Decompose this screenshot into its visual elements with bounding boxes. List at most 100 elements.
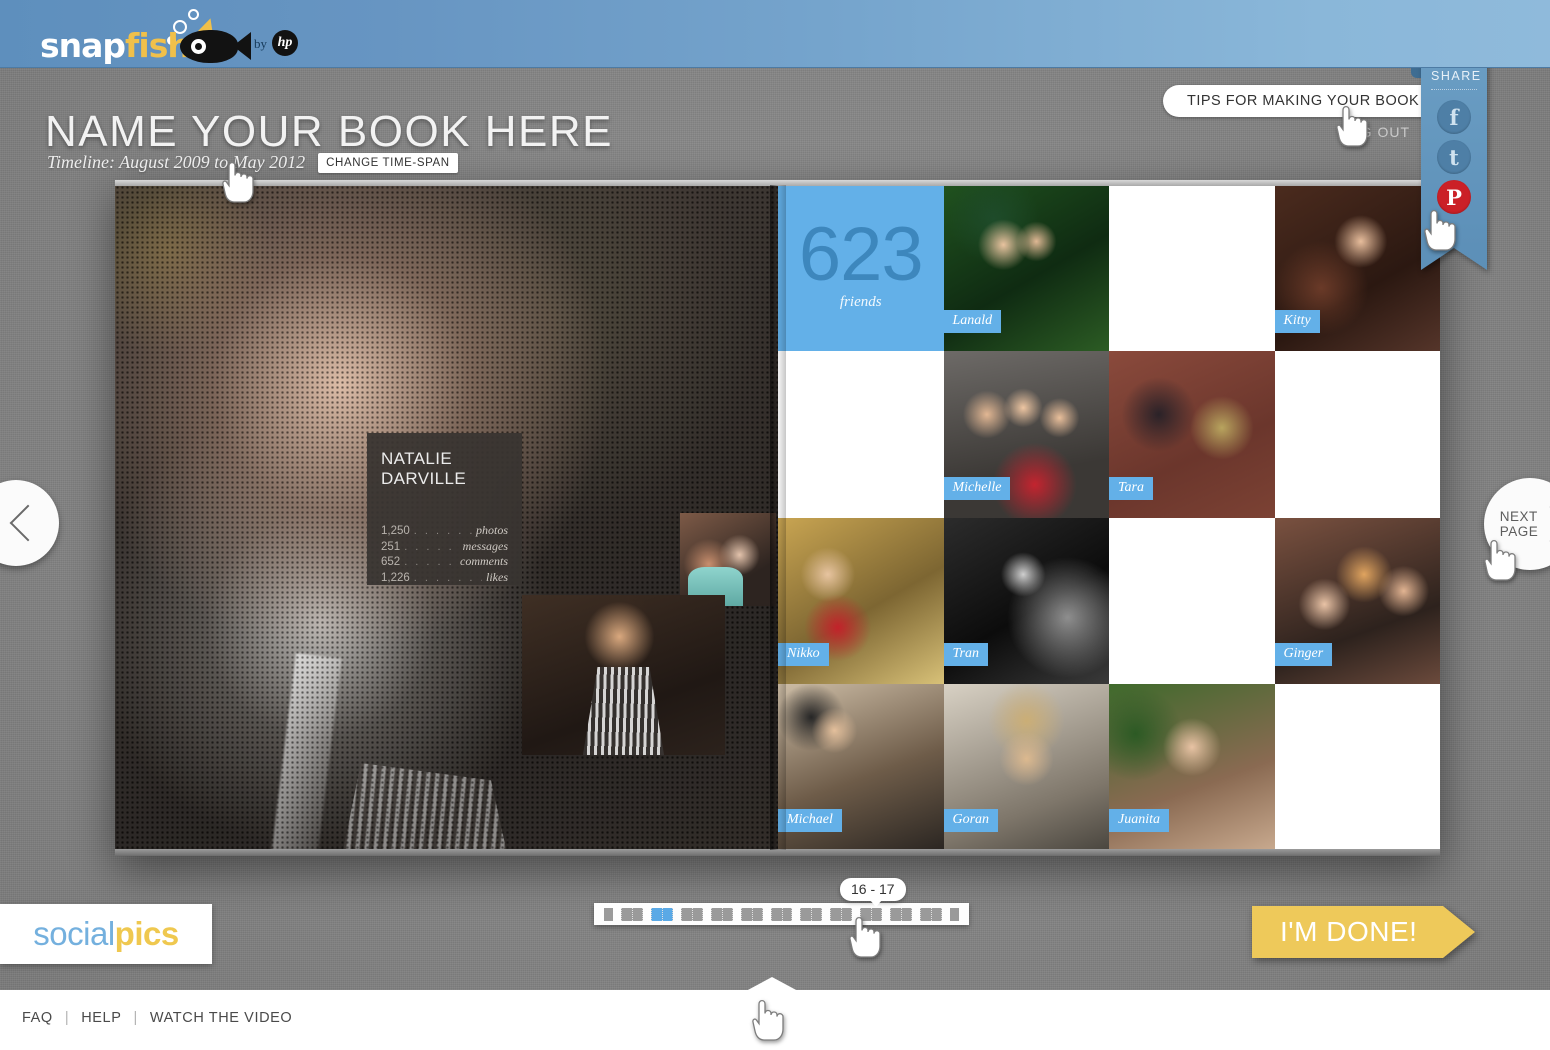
ribbon-body: SHARE f t P — [1421, 48, 1487, 270]
page-spread-marker[interactable] — [950, 907, 960, 921]
inset-photo[interactable] — [680, 513, 776, 606]
stat-row: 1,226 . . . . . . . . . . likes — [381, 570, 508, 586]
friend-name-tag: Lanald — [943, 310, 1002, 334]
previous-page-button[interactable] — [0, 480, 59, 566]
footer-separator: | — [64, 1010, 70, 1026]
stat-value: 1,226 — [381, 571, 410, 584]
stat-row: 652 . . . . . . . . . . comments — [381, 554, 508, 570]
page-spread-marker[interactable] — [920, 907, 943, 921]
next-label-line2: PAGE — [1499, 524, 1539, 539]
next-label-line1: NEXT — [1499, 509, 1538, 524]
inset-photo[interactable] — [522, 595, 725, 755]
photo-book: NATALIE DARVILLE 1,250 . . . . . . . . .… — [115, 180, 1440, 856]
page-range-tooltip: 16 - 17 — [840, 878, 906, 907]
page-spread-marker[interactable] — [770, 907, 793, 921]
empty-photo-slot[interactable] — [1274, 351, 1440, 518]
friends-count-tile: 623 friends — [778, 185, 944, 352]
pinterest-icon[interactable]: P — [1437, 180, 1471, 214]
friend-name-tag: Kitty — [1274, 310, 1320, 334]
stat-label: messages — [462, 538, 508, 553]
timeline-text: Timeline: August 2009 to May 2012 — [47, 152, 306, 172]
friend-name-tag: Goran — [943, 809, 999, 832]
stat-row: 1,250 . . . . . . . . . . photos — [381, 523, 508, 539]
share-ribbon: SHARE f t P — [1411, 48, 1487, 270]
page-spread-marker[interactable] — [710, 907, 733, 921]
friend-photo-tile[interactable]: Juanita — [1109, 683, 1275, 850]
book-edge-top — [115, 180, 1440, 186]
page-spread-marker[interactable] — [680, 907, 703, 921]
logo-wordmark: snapfish — [40, 26, 191, 65]
twitter-icon[interactable]: t — [1437, 140, 1471, 174]
fish-tail-icon — [233, 32, 251, 60]
empty-photo-slot[interactable] — [778, 351, 944, 518]
stat-dots: . . . . . . . . . . — [413, 571, 482, 584]
friends-photo-grid: 623 friends Lanald Kitty Michelle Tara Nikko Tr… — [778, 185, 1440, 850]
friend-name-tag: Ginger — [1274, 642, 1333, 666]
watch-the-video-link[interactable]: WATCH THE VIDEO — [150, 1010, 292, 1026]
footer-notch — [746, 977, 798, 991]
faq-link[interactable]: FAQ — [22, 1010, 53, 1026]
app-root: snapfish by hp ? TIPS FOR MAKING YOUR BO… — [0, 0, 1550, 1050]
site-header: snapfish by hp — [0, 0, 1550, 68]
page-spread-marker[interactable] — [830, 907, 853, 921]
friend-photo-tile[interactable]: Kitty — [1274, 185, 1440, 352]
friend-photo-tile[interactable]: Nikko — [778, 517, 944, 684]
tips-for-making-your-book-button[interactable]: TIPS FOR MAKING YOUR BOOK — [1163, 85, 1444, 117]
page-title[interactable]: NAME YOUR BOOK HERE — [45, 107, 613, 157]
friend-name-tag: Juanita — [1109, 809, 1169, 832]
change-time-span-button[interactable]: CHANGE TIME-SPAN — [318, 152, 458, 173]
im-done-button[interactable]: I'M DONE! — [1252, 906, 1476, 958]
profile-name-last: DARVILLE — [381, 469, 467, 488]
page-spread-marker[interactable] — [800, 907, 823, 921]
stat-dots: . . . . . . . . . . — [404, 540, 458, 553]
snapfish-logo[interactable]: snapfish by hp — [40, 8, 300, 65]
stat-label: likes — [486, 569, 508, 584]
done-arrow-icon — [1443, 906, 1476, 958]
friend-photo-tile[interactable]: Ginger — [1274, 517, 1440, 684]
friend-photo-tile[interactable]: Michelle — [943, 351, 1109, 518]
page-spread-marker[interactable] — [860, 907, 883, 921]
profile-name: NATALIE DARVILLE — [381, 449, 508, 489]
stat-dots: . . . . . . . . . . — [404, 556, 456, 568]
empty-photo-slot[interactable] — [1109, 517, 1275, 684]
friend-photo-tile[interactable]: Lanald — [943, 185, 1109, 352]
page-spread-marker[interactable] — [740, 907, 763, 921]
bubble-icon — [188, 9, 199, 20]
site-footer: FAQ | HELP | WATCH THE VIDEO — [0, 977, 1550, 1050]
friend-name-tag: Tara — [1109, 476, 1153, 500]
facebook-icon[interactable]: f — [1437, 100, 1471, 134]
by-label: by — [254, 36, 267, 51]
profile-name-first: NATALIE — [381, 449, 453, 468]
page-spread-marker[interactable] — [650, 907, 673, 921]
socialpics-logo[interactable]: socialpics — [0, 904, 212, 964]
friend-name-tag: Tran — [943, 642, 988, 666]
book-page-right[interactable]: 623 friends Lanald Kitty Michelle Tara Nikko Tr… — [778, 185, 1440, 850]
stat-value: 1,250 — [381, 525, 410, 537]
footer-links: FAQ | HELP | WATCH THE VIDEO — [22, 1010, 292, 1026]
friends-count-label: friends — [839, 293, 882, 310]
profile-stats-list: 1,250 . . . . . . . . . . photos 251 . .… — [381, 523, 508, 585]
friend-photo-tile[interactable]: Michael — [778, 683, 944, 850]
fish-pupil-icon — [195, 43, 202, 50]
stat-dots: . . . . . . . . . . — [413, 525, 472, 537]
friend-photo-tile[interactable]: Tran — [943, 517, 1109, 684]
stat-value: 251 — [381, 540, 401, 553]
page-navigator[interactable] — [594, 903, 969, 925]
book-page-left[interactable]: NATALIE DARVILLE 1,250 . . . . . . . . .… — [115, 185, 778, 850]
page-spread-marker[interactable] — [604, 907, 613, 921]
im-done-label: I'M DONE! — [1252, 906, 1444, 958]
next-page-button[interactable]: NEXT PAGE — [1484, 478, 1550, 570]
help-link[interactable]: HELP — [81, 1010, 121, 1026]
empty-photo-slot[interactable] — [1109, 185, 1275, 352]
friend-photo-tile[interactable]: Goran — [943, 683, 1109, 850]
friend-photo-tile[interactable]: Tara — [1109, 351, 1275, 518]
chevron-left-icon — [9, 504, 47, 542]
page-spread-marker[interactable] — [620, 907, 643, 921]
stat-row: 251 . . . . . . . . . . messages — [381, 539, 508, 555]
page-spread-marker[interactable] — [890, 907, 913, 921]
logout-link[interactable]: LOG OUT — [1340, 124, 1410, 140]
profile-stats-card: NATALIE DARVILLE 1,250 . . . . . . . . .… — [367, 433, 522, 585]
footer-separator: | — [133, 1010, 138, 1026]
empty-photo-slot[interactable] — [1274, 683, 1440, 850]
socialpics-wordmark: socialpics — [33, 915, 179, 953]
